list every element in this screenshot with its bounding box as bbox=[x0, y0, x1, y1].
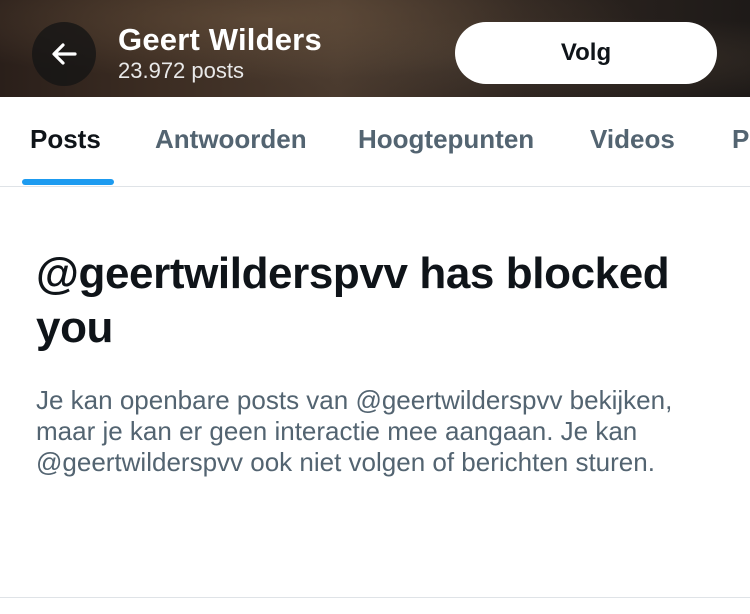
tab-label: Hoogtepunten bbox=[358, 124, 535, 154]
blocked-title: @geertwilderspvv has blocked you bbox=[36, 249, 670, 352]
tab-videos[interactable]: Videos bbox=[590, 97, 675, 186]
tab-label: P bbox=[732, 124, 750, 154]
tab-label: Videos bbox=[590, 124, 675, 154]
arrow-left-icon bbox=[50, 40, 78, 68]
post-count: 23.972 posts bbox=[118, 58, 244, 83]
back-button[interactable] bbox=[32, 22, 96, 86]
tab-hoogtepunten[interactable]: Hoogtepunten bbox=[358, 97, 534, 186]
tab-antwoorden[interactable]: Antwoorden bbox=[155, 97, 307, 186]
follow-button[interactable]: Volg bbox=[455, 22, 717, 84]
blocked-notice: @geertwilderspvv has blocked you Je kan … bbox=[36, 247, 726, 478]
tab-label: Posts bbox=[30, 124, 101, 154]
profile-name: Geert Wilders bbox=[118, 22, 322, 57]
active-tab-indicator bbox=[22, 179, 114, 185]
tab-partial[interactable]: P bbox=[732, 97, 749, 186]
divider bbox=[0, 597, 750, 598]
tab-label: Antwoorden bbox=[155, 124, 307, 154]
tab-posts[interactable]: Posts bbox=[30, 97, 101, 186]
profile-header: Geert Wilders 23.972 posts Volg bbox=[0, 0, 750, 97]
blocked-description: Je kan openbare posts van @geertwildersp… bbox=[36, 385, 673, 477]
profile-tabs: Posts Antwoorden Hoogtepunten Videos P bbox=[0, 97, 750, 187]
